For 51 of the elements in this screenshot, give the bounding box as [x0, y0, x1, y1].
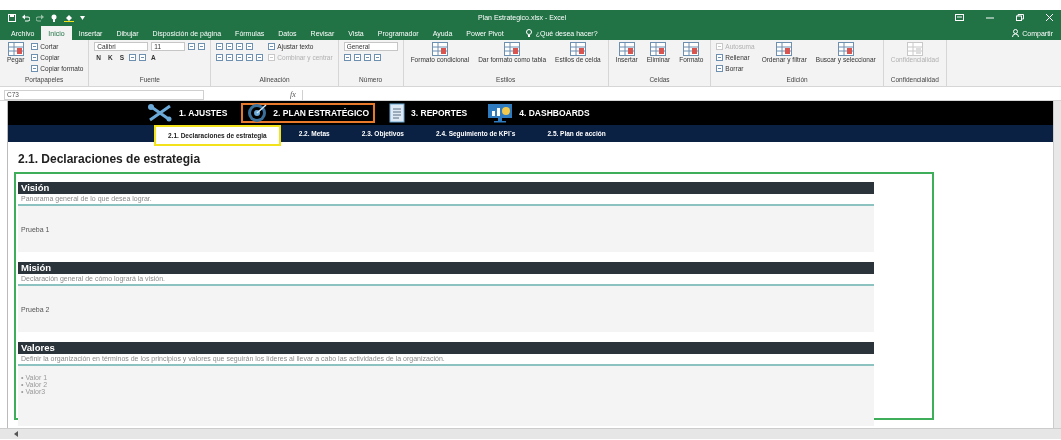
fill-color-icon[interactable] [64, 13, 74, 22]
square-icon [268, 54, 276, 61]
caret-icon[interactable] [80, 15, 85, 20]
square-icon[interactable] [216, 54, 224, 61]
nav-button[interactable]: 3. REPORTES [383, 103, 474, 123]
square-icon[interactable] [139, 54, 147, 61]
square-icon[interactable] [216, 43, 224, 50]
page-heading: 2.1. Declaraciones de estrategia [18, 152, 202, 166]
nav-button[interactable]: 1. AJUSTES [141, 103, 234, 123]
document-icon [389, 103, 406, 123]
save-icon[interactable] [8, 13, 16, 22]
person-icon [1012, 29, 1020, 37]
restore-icon[interactable] [1016, 14, 1024, 21]
undo-icon[interactable] [22, 13, 30, 22]
square-icon[interactable] [236, 54, 244, 61]
horizontal-scrollbar[interactable] [0, 428, 1061, 439]
section-header: Valores [18, 342, 874, 354]
redo-icon[interactable] [36, 13, 44, 22]
square-icon [268, 43, 276, 50]
square-icon[interactable] [353, 54, 361, 61]
nav-button[interactable]: 4. DASHBOARDS [481, 103, 596, 123]
tools-icon [147, 103, 173, 123]
ribbon-display-icon[interactable] [955, 14, 964, 21]
square-icon [716, 54, 724, 61]
square-icon[interactable] [129, 54, 137, 61]
square-icon [31, 54, 39, 61]
square-icon[interactable] [373, 54, 381, 61]
square-icon[interactable] [246, 54, 254, 61]
square-icon[interactable] [188, 43, 196, 50]
nav-button[interactable]: 2. PLAN ESTRATÉGICO [241, 103, 376, 123]
square-icon [31, 43, 39, 50]
square-icon [716, 43, 724, 50]
close-icon[interactable] [1046, 14, 1053, 21]
square-icon[interactable] [256, 54, 264, 61]
chart-monitor-icon [487, 103, 514, 123]
square-icon [716, 65, 724, 72]
square-icon[interactable] [236, 43, 244, 50]
section-header: Visión [18, 182, 874, 194]
square-icon[interactable] [246, 43, 254, 50]
scroll-left-icon[interactable] [14, 431, 19, 437]
lightbulb-icon [525, 29, 532, 37]
minimize-icon[interactable] [986, 14, 994, 21]
square-icon[interactable] [226, 54, 234, 61]
square-icon[interactable] [198, 43, 206, 50]
insert-function-button[interactable]: fx [290, 90, 296, 99]
section-header: Misión [18, 262, 874, 274]
square-icon [31, 65, 39, 72]
square-icon[interactable] [226, 43, 234, 50]
vertical-scrollbar[interactable] [1053, 101, 1061, 428]
square-icon[interactable] [343, 54, 351, 61]
square-icon[interactable] [363, 54, 371, 61]
